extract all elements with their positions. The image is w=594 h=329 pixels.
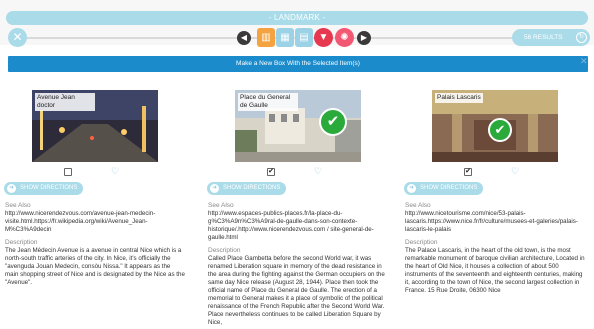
make-new-box-button[interactable]: Make a New Box With the Selected Item(s)	[8, 56, 588, 72]
location-icon[interactable]: ✺	[335, 28, 354, 47]
description-heading: Description	[5, 239, 38, 246]
item-photo[interactable]: Avenue Jean doctor	[32, 90, 158, 162]
refresh-icon[interactable]: ↻	[576, 32, 587, 43]
directions-icon: ➜	[210, 184, 219, 193]
select-checkbox[interactable]	[64, 168, 72, 176]
page-title: - LANDMARK -	[6, 11, 588, 25]
description-text: Called Place Gambetta before the second …	[208, 255, 385, 326]
close-icon[interactable]: ✕	[8, 28, 27, 47]
selected-check-icon: ✔	[319, 108, 347, 136]
list-view-icon[interactable]: ▥	[257, 28, 275, 47]
show-directions-button[interactable]: ➜ SHOW DIRECTIONS	[404, 182, 484, 195]
item-photo[interactable]: Palais Lascaris ✔	[432, 90, 558, 162]
select-checkbox[interactable]: ✔	[267, 168, 275, 176]
see-also-text: http://www.espaces-publics-places.fr/la-…	[208, 210, 374, 241]
see-also-text: http://www.nicetourisme.com/nice/53-pala…	[405, 210, 578, 233]
see-also-text: http://www.nicerendezvous.com/avenue-jea…	[5, 210, 156, 233]
item-title: Avenue Jean doctor	[35, 93, 95, 111]
prev-arrow-icon[interactable]: ◀	[237, 31, 251, 45]
item-photo[interactable]: Place du General de Gaulle ✔	[235, 90, 361, 162]
description-text: The Palace Lascaris, in the heart of the…	[405, 247, 585, 294]
description-heading: Description	[405, 239, 438, 246]
heart-icon[interactable]: ♡	[511, 166, 519, 177]
map-view-icon[interactable]: ▤	[295, 28, 313, 47]
heart-icon[interactable]: ♡	[111, 166, 119, 177]
show-directions-label: SHOW DIRECTIONS	[20, 185, 78, 191]
select-checkbox[interactable]: ✔	[464, 168, 472, 176]
see-also-heading: See Also	[5, 202, 31, 209]
see-also-heading: See Also	[405, 202, 431, 209]
directions-icon: ➜	[7, 184, 16, 193]
show-directions-label: SHOW DIRECTIONS	[420, 185, 478, 191]
grid-view-icon[interactable]: ▦	[276, 28, 294, 47]
top-bar: - LANDMARK - ✕ ◀ ▥ ▦ ▤ ▼ ✺ ▶ 56 RESULTS …	[0, 0, 594, 47]
description-heading: Description	[208, 247, 241, 254]
heart-icon[interactable]: ♡	[314, 166, 322, 177]
results-count: 56 RESULTS	[524, 34, 563, 41]
results-button[interactable]: 56 RESULTS ↻	[512, 29, 590, 46]
item-title: Palais Lascaris	[435, 93, 483, 103]
see-also-heading: See Also	[208, 202, 234, 209]
close-icon[interactable]: ✕	[580, 56, 588, 67]
filter-icon[interactable]: ▼	[314, 28, 333, 47]
show-directions-button[interactable]: ➜ SHOW DIRECTIONS	[207, 182, 287, 195]
show-directions-button[interactable]: ➜ SHOW DIRECTIONS	[4, 182, 84, 195]
description-text: The Jean Médecin Avenue is a avenue in c…	[5, 247, 185, 286]
show-directions-label: SHOW DIRECTIONS	[223, 185, 281, 191]
next-arrow-icon[interactable]: ▶	[357, 31, 371, 45]
selected-check-icon: ✔	[488, 118, 512, 142]
directions-icon: ➜	[407, 184, 416, 193]
item-title: Place du General de Gaulle	[238, 93, 298, 111]
